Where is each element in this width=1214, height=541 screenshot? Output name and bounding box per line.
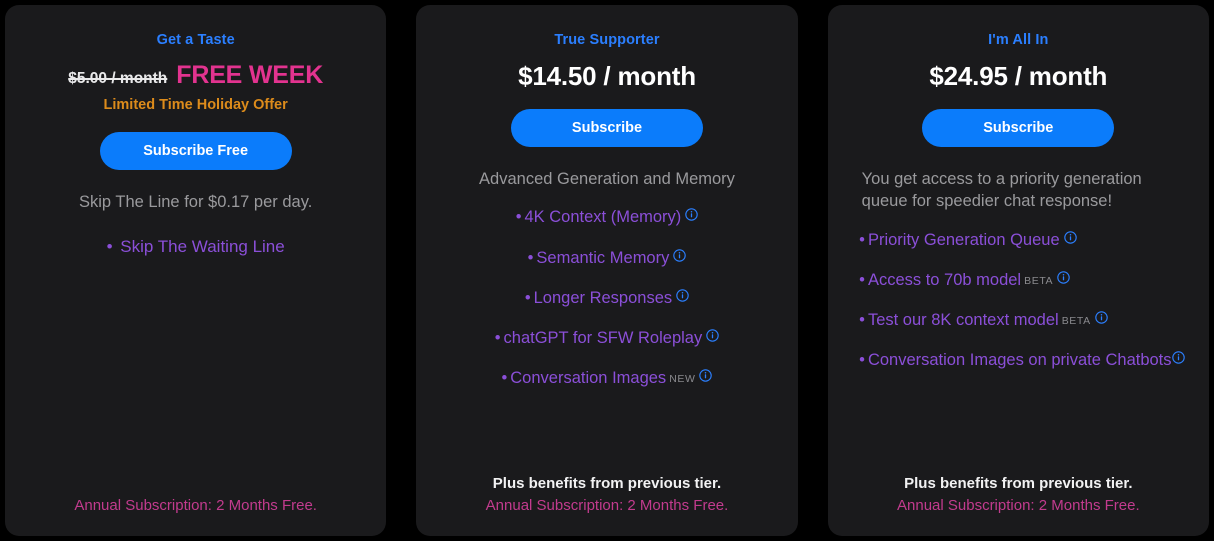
feature-item[interactable]: • Conversation Images on private Chatbots [859,349,1204,371]
plan-tagline: Advanced Generation and Memory [479,170,735,189]
subscribe-free-button[interactable]: Subscribe Free [99,132,292,171]
card-footer: Plus benefits from previous tier. Annual… [846,474,1191,521]
feature-list: • Skip The Waiting Line [23,236,368,259]
bullet-icon: • [859,230,865,249]
feature-badge: BETA [1061,315,1091,328]
feature-label: 4K Context (Memory) [524,208,682,227]
feature-label: Test our 8K context model [867,311,1059,330]
bullet-icon: • [515,208,522,227]
info-circle-icon[interactable] [1171,351,1185,365]
pricing-plans-grid: Get a Taste $5.00 / month FREE WEEK Limi… [0,0,1214,541]
info-circle-icon[interactable] [706,329,719,342]
subscribe-button-wrapper: Subscribe [922,108,1115,148]
plan-name: Get a Taste [156,32,235,48]
price-row: $14.50 / month [518,62,696,91]
feature-label: Conversation Images [510,369,667,388]
card-footer: Plus benefits from previous tier. Annual… [434,474,779,521]
feature-label: Access to 70b model [867,270,1022,289]
info-circle-icon[interactable] [699,369,713,383]
feature-item[interactable]: • chatGPT for SFW Roleplay [434,327,779,349]
price-row: $5.00 / month FREE WEEK [68,62,323,90]
subscribe-button[interactable]: Subscribe [510,108,703,148]
info-circle-icon[interactable] [1063,230,1077,244]
info-circle-icon[interactable] [1094,311,1108,324]
bullet-icon: • [494,329,501,348]
plan-name: I'm All In [988,32,1049,48]
feature-label: Longer Responses [533,288,673,307]
bullet-icon: • [859,311,865,330]
feature-item[interactable]: • Test our 8K context model BETA [859,309,1204,331]
feature-item[interactable]: • 4K Context (Memory) [434,206,779,228]
feature-badge: NEW [669,373,696,386]
feature-item[interactable]: • Access to 70b model BETA [859,269,1204,291]
feature-badge: BETA [1024,274,1054,287]
feature-list: • 4K Context (Memory) • Semantic Memory • L… [434,206,779,407]
info-circle-icon[interactable] [673,248,687,262]
feature-label: Priority Generation Queue [867,230,1060,249]
feature-item[interactable]: • Semantic Memory [434,247,779,269]
bullet-icon: • [501,369,508,388]
feature-label: chatGPT for SFW Roleplay [503,329,703,348]
bullet-icon: • [527,248,534,267]
plan-name: True Supporter [554,32,660,48]
original-price: $5.00 / month [68,70,168,88]
plan-card-get-a-taste: Get a Taste $5.00 / month FREE WEEK Limi… [5,5,387,536]
annual-subscription-note: Annual Subscription: 2 Months Free. [897,496,1140,514]
info-circle-icon[interactable] [1057,271,1070,284]
bullet-icon: • [524,288,531,307]
annual-subscription-note: Annual Subscription: 2 Months Free. [74,496,317,514]
info-circle-icon[interactable] [676,289,689,302]
bullet-icon: • [859,351,865,370]
info-circle-icon[interactable] [685,208,699,222]
bullet-icon: • [106,236,113,256]
subscribe-button-wrapper: Subscribe Free [99,132,292,171]
feature-item[interactable]: • Conversation Images NEW [434,367,779,389]
feature-item[interactable]: • Longer Responses [434,287,779,309]
plan-tagline: Skip The Line for $0.17 per day. [79,193,313,212]
plan-price: $24.95 / month [929,61,1108,92]
promo-note: Limited Time Holiday Offer [103,96,288,113]
bullet-icon: • [859,270,865,289]
subscribe-button[interactable]: Subscribe [922,108,1115,148]
subscribe-button-wrapper: Subscribe [510,108,703,148]
previous-tier-note: Plus benefits from previous tier. [492,474,722,492]
annual-subscription-note: Annual Subscription: 2 Months Free. [485,496,729,514]
previous-tier-note: Plus benefits from previous tier. [904,474,1133,492]
card-footer: Annual Subscription: 2 Months Free. [23,496,368,520]
feature-label: Skip The Waiting Line [120,236,285,256]
plan-tagline: You get access to a priority generation … [861,170,1142,211]
feature-list: • Priority Generation Queue • Access to 70… [828,229,1209,390]
plan-price: $14.50 / month [518,61,696,92]
price-row: $24.95 / month [929,62,1107,91]
feature-label: Conversation Images on private Chatbots [867,351,1172,370]
feature-item[interactable]: • Priority Generation Queue [859,229,1204,251]
plan-card-true-supporter: True Supporter $14.50 / month Subscribe … [416,5,798,536]
feature-item[interactable]: • Skip The Waiting Line [23,236,368,259]
plan-card-im-all-in: I'm All In $24.95 / month Subscribe You … [827,5,1209,536]
promo-price: FREE WEEK [176,61,324,90]
feature-label: Semantic Memory [536,248,670,267]
